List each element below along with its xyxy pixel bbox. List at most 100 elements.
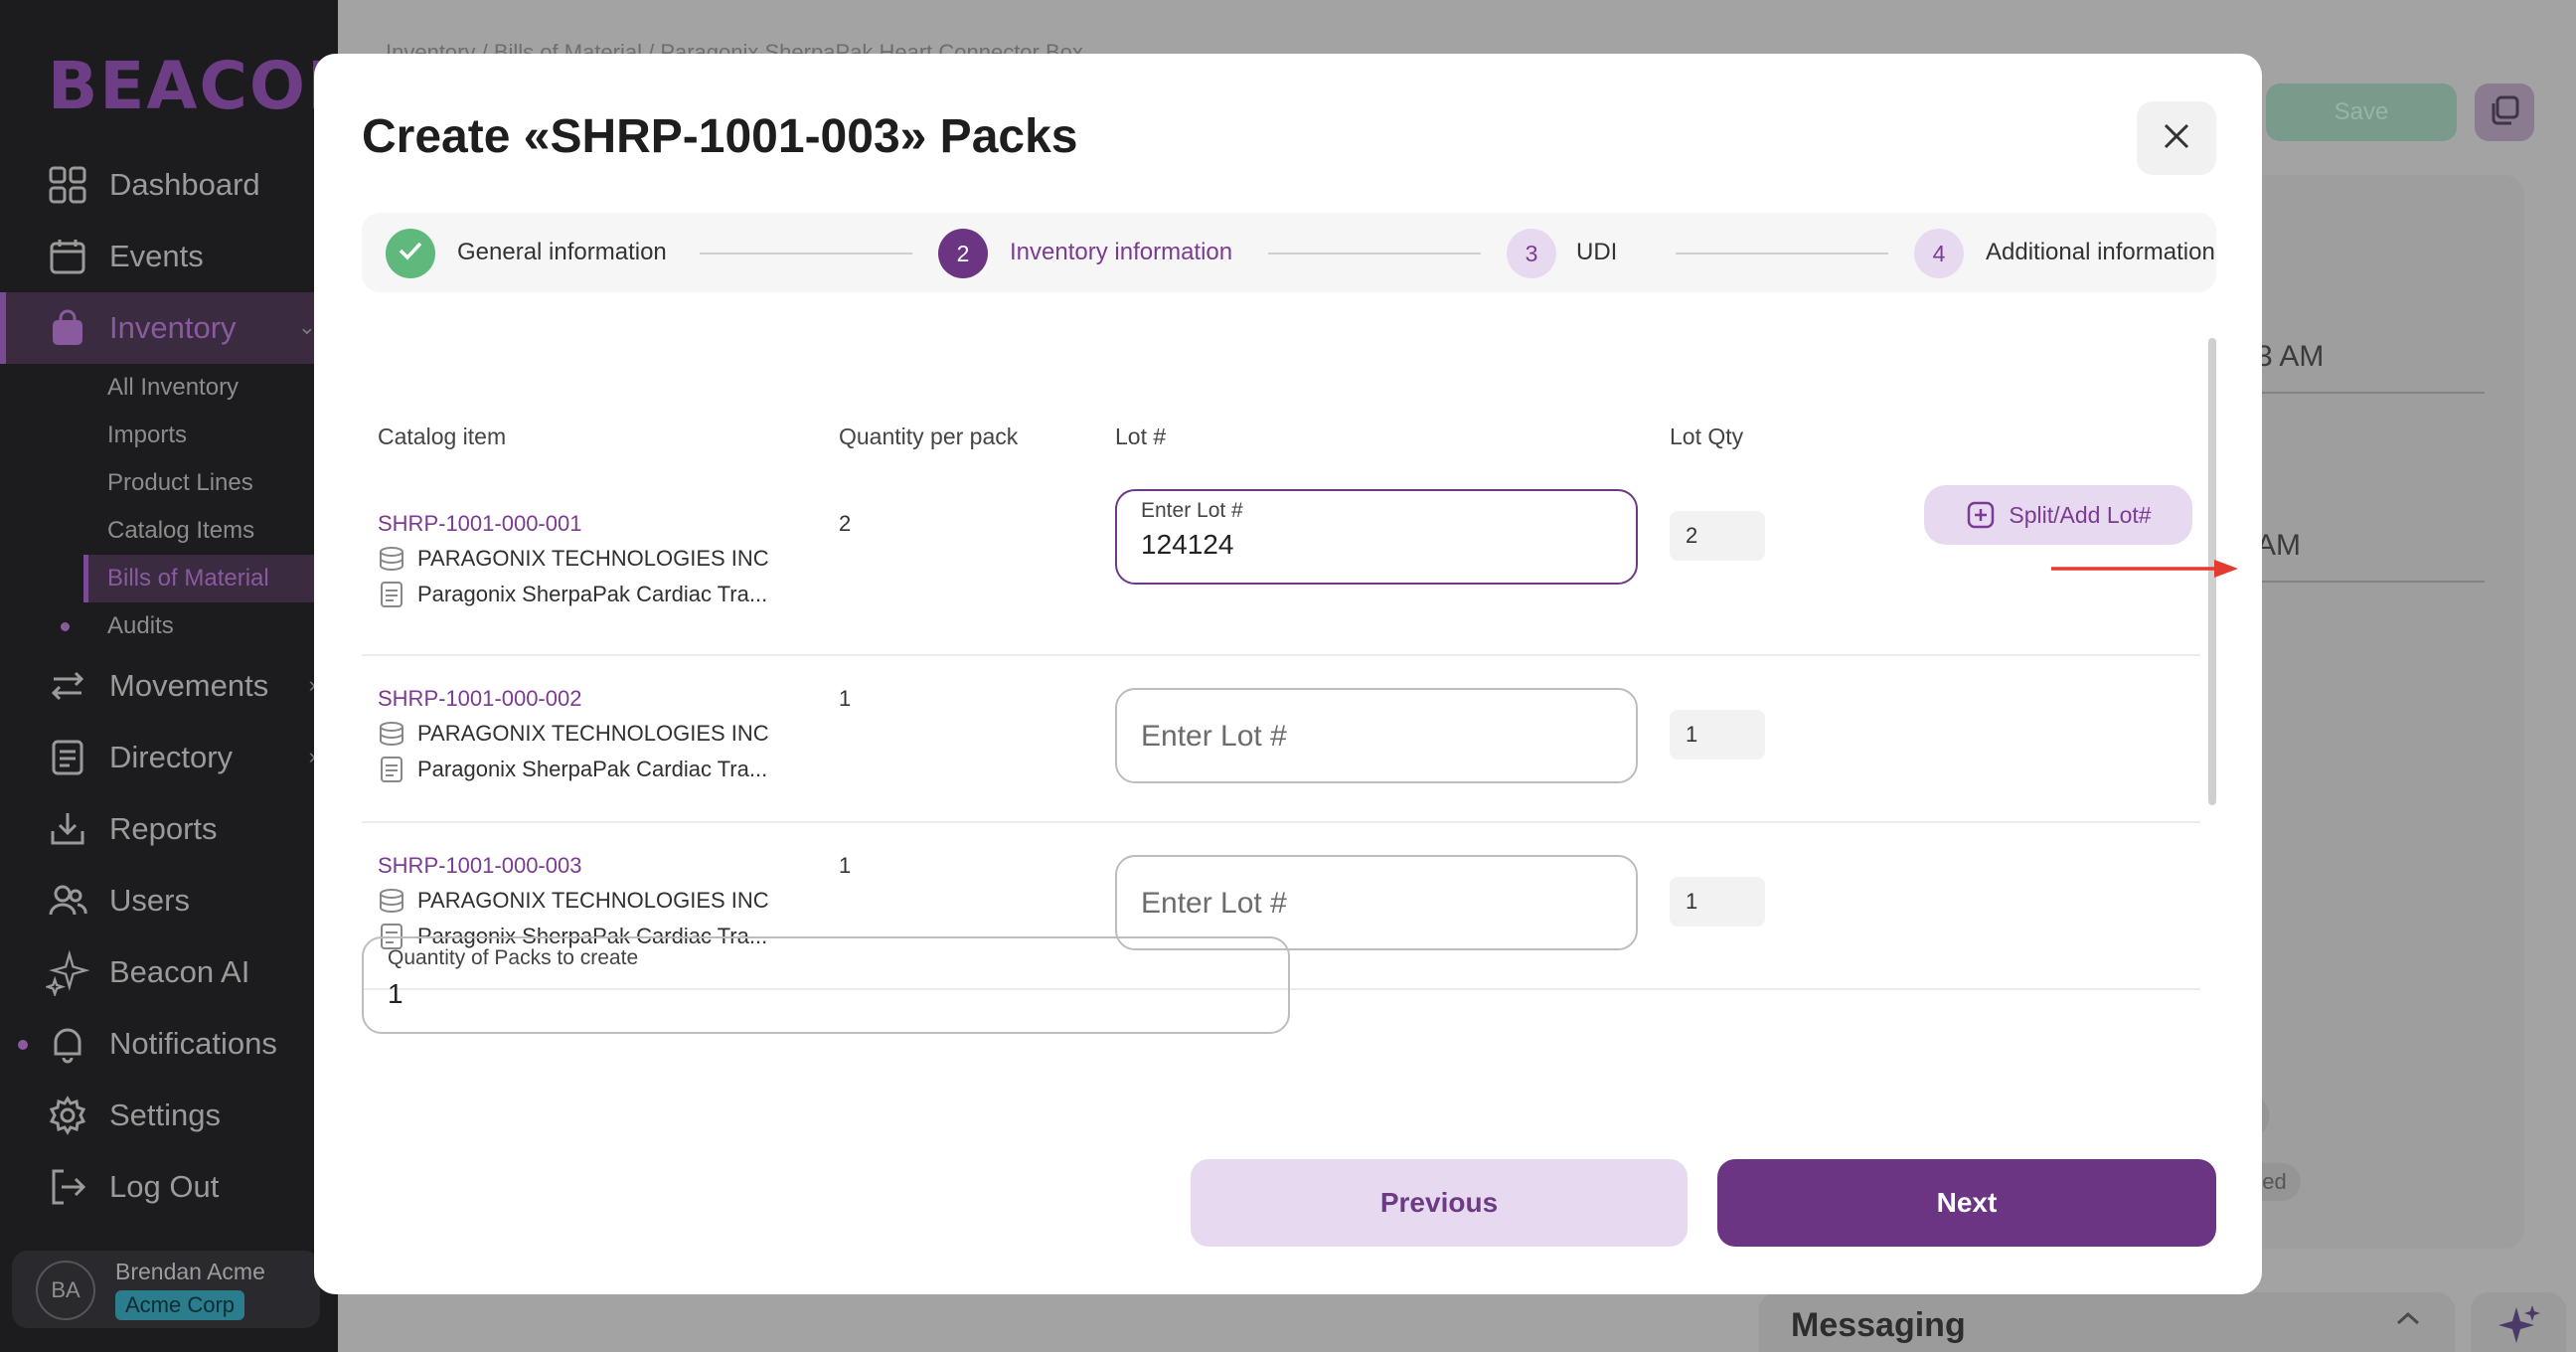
subnav-label: Audits <box>107 612 174 639</box>
step-connector <box>700 253 912 254</box>
bg-time-2: AM <box>2256 529 2301 562</box>
stepper: General information 2 Inventory informat… <box>362 213 2216 292</box>
sparkle-icon <box>2495 1301 2542 1352</box>
grid-icon <box>46 163 89 207</box>
manufacturer-name: PARAGONIX TECHNOLOGIES INC <box>417 721 769 746</box>
calendar-icon <box>46 235 89 278</box>
subnav-audits[interactable]: Audits <box>61 602 338 650</box>
column-header-catalog: Catalog item <box>378 423 507 449</box>
step-3-pending[interactable]: 3 <box>1507 229 1556 278</box>
subnav-catalog-items[interactable]: Catalog Items <box>107 507 338 555</box>
avatar: BA <box>36 1261 95 1320</box>
save-button: Save <box>2266 84 2457 141</box>
user-card[interactable]: BA Brendan Acme Acme Corp <box>12 1251 320 1328</box>
beacon-logo[interactable]: BEACON <box>48 30 362 129</box>
quantity-of-packs-input[interactable]: Quantity of Packs to create 1 <box>362 936 1290 1034</box>
quantity-of-packs-value: 1 <box>388 978 403 1009</box>
sidebar-item-events[interactable]: Events <box>0 221 338 292</box>
modal-title: Create «SHRP-1001-003» Packs <box>362 110 1078 163</box>
quantity-per-pack: 1 <box>839 853 852 878</box>
users-icon <box>46 879 89 923</box>
sidebar-item-notifications[interactable]: Notifications <box>0 1008 338 1080</box>
database-icon <box>378 887 405 915</box>
notification-dot <box>18 1040 28 1050</box>
ai-assistant-button <box>2471 1292 2566 1352</box>
lot-qty-field[interactable]: 2 <box>1670 511 1765 561</box>
sidebar-item-inventory[interactable]: Inventory ⌄ <box>0 292 338 364</box>
list-icon <box>46 736 89 779</box>
bell-icon <box>46 1022 89 1066</box>
previous-button[interactable]: Previous <box>1191 1159 1688 1247</box>
close-button[interactable] <box>2137 101 2216 175</box>
step-1-complete[interactable] <box>386 229 435 278</box>
sidebar-item-settings[interactable]: Settings <box>0 1080 338 1151</box>
description-text: Paragonix SherpaPak Cardiac Tra... <box>417 582 768 606</box>
step-2-active[interactable]: 2 <box>938 229 988 278</box>
logout-icon <box>46 1165 89 1209</box>
database-icon <box>378 720 405 748</box>
bg-time-1: 3 AM <box>2256 340 2325 373</box>
divider <box>2256 392 2485 394</box>
column-header-qty-per-pack: Quantity per pack <box>839 423 1019 449</box>
catalog-item-link[interactable]: SHRP-1001-000-003 <box>378 853 581 879</box>
sidebar: BEACON Dashboard Events Inventory ⌄ All … <box>0 0 362 1352</box>
chevron-up-icon <box>2395 1310 2421 1331</box>
status-dot <box>61 622 70 631</box>
bag-icon <box>46 306 89 350</box>
subnav-product-lines[interactable]: Product Lines <box>107 459 338 507</box>
subnav-all-inventory[interactable]: All Inventory <box>107 364 338 412</box>
subnav-bills-of-material[interactable]: Bills of Material <box>83 555 338 602</box>
manufacturer-name: PARAGONIX TECHNOLOGIES INC <box>417 888 769 913</box>
arrows-icon <box>46 664 89 708</box>
sidebar-item-movements[interactable]: Movements › <box>0 650 338 722</box>
sidebar-item-label: Reports <box>109 811 218 846</box>
step-1-label: General information <box>457 239 667 265</box>
sidebar-item-users[interactable]: Users <box>0 865 338 936</box>
sidebar-item-label: Settings <box>109 1098 222 1132</box>
divider <box>2256 581 2485 583</box>
sparkle-icon <box>46 949 89 996</box>
plus-square-icon <box>1965 499 1997 531</box>
lot-input[interactable]: Enter Lot # 124124 <box>1115 489 1638 585</box>
quantity-per-pack: 1 <box>839 686 852 711</box>
copy-icon <box>2488 93 2521 132</box>
sidebar-item-reports[interactable]: Reports <box>0 793 338 865</box>
catalog-item-link[interactable]: SHRP-1001-000-001 <box>378 511 581 537</box>
sidebar-item-directory[interactable]: Directory › <box>0 722 338 793</box>
lot-qty-field[interactable]: 1 <box>1670 710 1765 760</box>
catalog-item-link[interactable]: SHRP-1001-000-002 <box>378 686 581 712</box>
split-add-lot-button[interactable]: Split/Add Lot# <box>1924 485 2192 545</box>
description-text: Paragonix SherpaPak Cardiac Tra... <box>417 757 768 781</box>
step-4-label: Additional information <box>1986 239 2215 265</box>
lot-qty-field[interactable]: 1 <box>1670 877 1765 927</box>
download-icon <box>46 807 89 851</box>
lot-input-label: Enter Lot # <box>1141 499 1243 522</box>
sidebar-item-label: Beacon AI <box>109 954 250 989</box>
quantity-of-packs-label: Quantity of Packs to create <box>388 946 639 969</box>
gear-icon <box>46 1094 89 1137</box>
copy-button <box>2475 84 2534 141</box>
quantity-per-pack: 2 <box>839 511 852 536</box>
lot-input[interactable]: Enter Lot # <box>1115 688 1638 783</box>
annotation-arrow <box>2051 560 2238 578</box>
background-panel <box>2226 175 2524 1249</box>
sidebar-item-label: Log Out <box>109 1169 220 1204</box>
subnav-imports[interactable]: Imports <box>107 412 338 459</box>
manufacturer: PARAGONIX TECHNOLOGIES INC <box>378 887 769 915</box>
database-icon <box>378 545 405 573</box>
lot-input-placeholder: Enter Lot # <box>1141 887 1287 920</box>
sidebar-item-beacon-ai[interactable]: Beacon AI <box>0 936 338 1008</box>
column-header-lot: Lot # <box>1115 423 1167 449</box>
description: Paragonix SherpaPak Cardiac Tra... <box>378 756 767 783</box>
next-button[interactable]: Next <box>1717 1159 2216 1247</box>
step-2-label: Inventory information <box>1010 239 1233 265</box>
close-icon <box>2162 121 2191 156</box>
column-header-lot-qty: Lot Qty <box>1670 423 1744 449</box>
check-icon <box>398 240 423 267</box>
lot-input-value: 124124 <box>1141 529 1234 560</box>
sidebar-item-label: Notifications <box>109 1026 277 1061</box>
sidebar-item-logout[interactable]: Log Out <box>0 1151 338 1223</box>
step-4-pending[interactable]: 4 <box>1914 229 1964 278</box>
sidebar-item-dashboard[interactable]: Dashboard <box>0 149 338 221</box>
step-connector <box>1676 253 1888 254</box>
